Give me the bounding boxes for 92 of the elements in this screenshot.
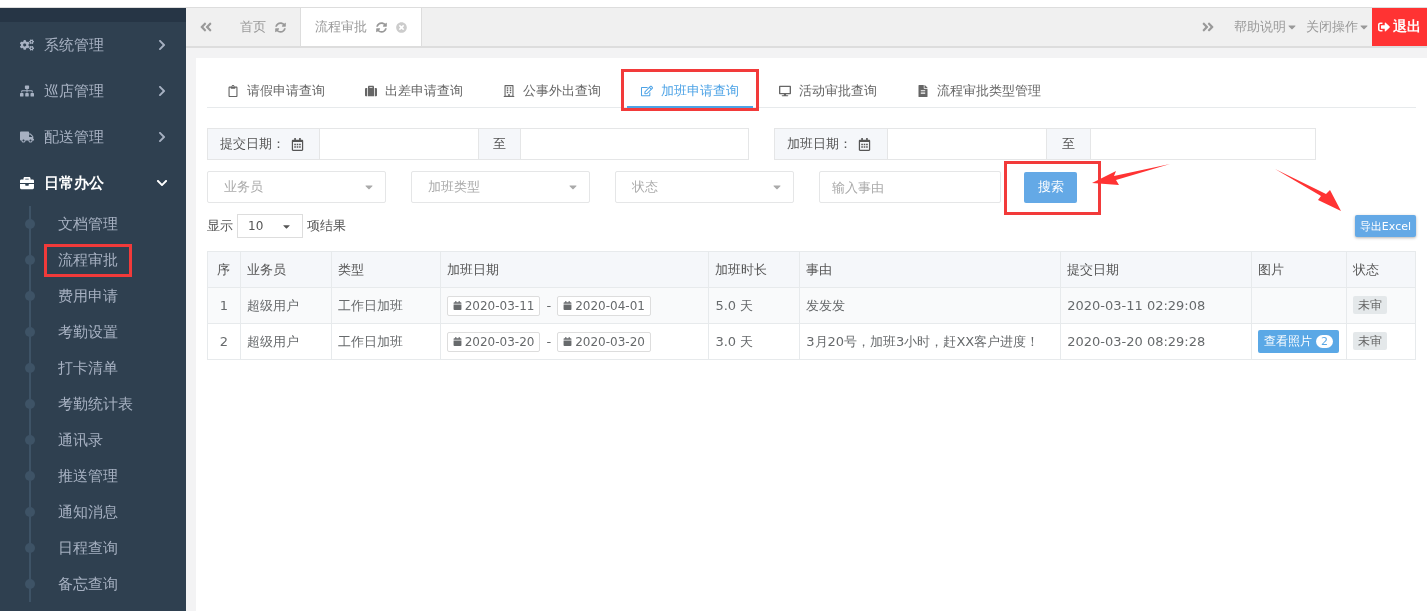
calendar-icon: [452, 301, 462, 310]
show-label: 显示: [207, 217, 233, 235]
sign-out-icon: [1378, 21, 1390, 33]
page-size-select[interactable]: 10: [237, 214, 303, 238]
sidebar-subitem[interactable]: 推送管理: [44, 459, 132, 493]
query-tab[interactable]: 公事外出查询: [489, 75, 615, 108]
refresh-icon[interactable]: [376, 21, 387, 33]
table-cell: 超级用户: [240, 323, 332, 360]
sidebar-subitem[interactable]: 费用申请: [44, 279, 132, 313]
chevron-right-icon: [156, 39, 168, 51]
sidebar-item[interactable]: 配送管理: [0, 114, 186, 160]
monitor-icon: [779, 84, 791, 97]
date-chip: 2020-03-11: [446, 295, 541, 316]
sidebar-subitem[interactable]: 日程查询: [44, 531, 132, 565]
table-cell: 发发发: [799, 287, 1061, 324]
column-header: 提交日期: [1060, 251, 1252, 288]
column-header: 图片: [1251, 251, 1347, 288]
reason-input-field[interactable]: 输入事由: [819, 171, 1001, 203]
briefcase-icon: [365, 84, 377, 97]
query-tab[interactable]: 请假申请查询: [213, 75, 339, 108]
range-separator: 至: [478, 129, 521, 159]
table-cell: 3月20号，加班3小时，赶XX客户进度！: [799, 323, 1061, 360]
calendar-icon: [858, 137, 871, 151]
column-header: 加班日期: [440, 251, 709, 288]
date-label: 提交日期：: [208, 129, 320, 159]
calendar-icon: [452, 337, 462, 346]
sidebar-subitem[interactable]: 备忘查询: [44, 567, 132, 601]
chevron-right-icon: [156, 131, 168, 143]
column-header: 加班时长: [708, 251, 800, 288]
table-cell: 3.0 天: [708, 323, 800, 360]
double-left-icon: [199, 20, 213, 34]
column-header: 状态: [1346, 251, 1416, 288]
sidebar-item[interactable]: 系统管理: [0, 22, 186, 68]
date-chip: 2020-04-01: [557, 295, 651, 316]
table-cell: 工作日加班: [331, 287, 441, 324]
calendar-icon: [291, 137, 304, 151]
table-cell: 2020-03-20 08:29:28: [1060, 323, 1252, 360]
count-badge: 2: [1316, 335, 1334, 348]
close-menu[interactable]: 关闭操作: [1300, 8, 1372, 46]
date-label: 加班日期：: [775, 129, 888, 159]
chevron-down-icon: [156, 177, 168, 189]
table-cell: 工作日加班: [331, 323, 441, 360]
date-chip: 2020-03-20: [557, 331, 651, 352]
range-separator: 至: [1046, 129, 1091, 159]
logout-button[interactable]: 退出: [1372, 8, 1427, 46]
sidebar-subitem[interactable]: 流程审批: [44, 243, 132, 277]
gears-icon: [20, 38, 34, 52]
table-cell: 1: [207, 287, 241, 324]
column-header: 事由: [799, 251, 1061, 288]
hierarchy-icon: [20, 84, 34, 98]
sidebar-item[interactable]: 日常办公: [0, 160, 186, 206]
calendar-icon: [563, 301, 573, 310]
chevron-right-icon: [156, 85, 168, 97]
sidebar-subitem[interactable]: 通知消息: [44, 495, 132, 529]
query-tab[interactable]: 活动审批查询: [765, 75, 891, 108]
document-icon: [917, 84, 929, 97]
clipboard-icon: [227, 84, 239, 97]
page-tab[interactable]: 流程审批: [301, 8, 422, 46]
table-cell: 2: [207, 323, 241, 360]
close-icon[interactable]: [396, 21, 407, 33]
edit-icon: [641, 84, 653, 97]
date-separator: -: [546, 298, 552, 313]
sidebar-subitem[interactable]: 考勤统计表: [44, 387, 147, 421]
calendar-icon: [563, 337, 573, 346]
query-tab[interactable]: 流程审批类型管理: [903, 75, 1055, 108]
column-header: 序: [207, 251, 241, 288]
status-badge: 未审: [1353, 296, 1388, 314]
building-icon: [503, 84, 515, 97]
status-badge: 未审: [1353, 332, 1388, 350]
refresh-icon[interactable]: [275, 21, 286, 33]
sidebar-item[interactable]: 巡店管理: [0, 68, 186, 114]
column-header: 类型: [331, 251, 441, 288]
view-photos-button[interactable]: 查看照片 2: [1258, 330, 1340, 353]
query-tab[interactable]: 加班申请查询: [627, 75, 753, 108]
column-header: 业务员: [240, 251, 332, 288]
results-label: 项结果: [307, 217, 346, 235]
query-tab[interactable]: 出差申请查询: [351, 75, 477, 108]
date-range-field[interactable]: 加班日期： 至: [774, 128, 1316, 160]
sidebar-subitem[interactable]: 打卡清单: [44, 351, 132, 385]
date-separator: -: [546, 334, 552, 349]
double-right-icon: [1201, 20, 1215, 34]
truck-icon: [20, 130, 34, 144]
table-cell: 2020-03-11 02:29:08: [1060, 287, 1252, 324]
briefcase-icon: [20, 176, 34, 190]
date-chip: 2020-03-20: [446, 331, 541, 352]
sidebar-subitem[interactable]: 通讯录: [44, 423, 117, 457]
sidebar-subitem[interactable]: 考勤设置: [44, 315, 132, 349]
sidebar-subitem[interactable]: 文档管理: [44, 207, 132, 241]
help-menu[interactable]: 帮助说明: [1228, 8, 1300, 46]
table-cell: 超级用户: [240, 287, 332, 324]
table-cell: 5.0 天: [708, 287, 800, 324]
date-range-field[interactable]: 提交日期： 至: [207, 128, 749, 160]
